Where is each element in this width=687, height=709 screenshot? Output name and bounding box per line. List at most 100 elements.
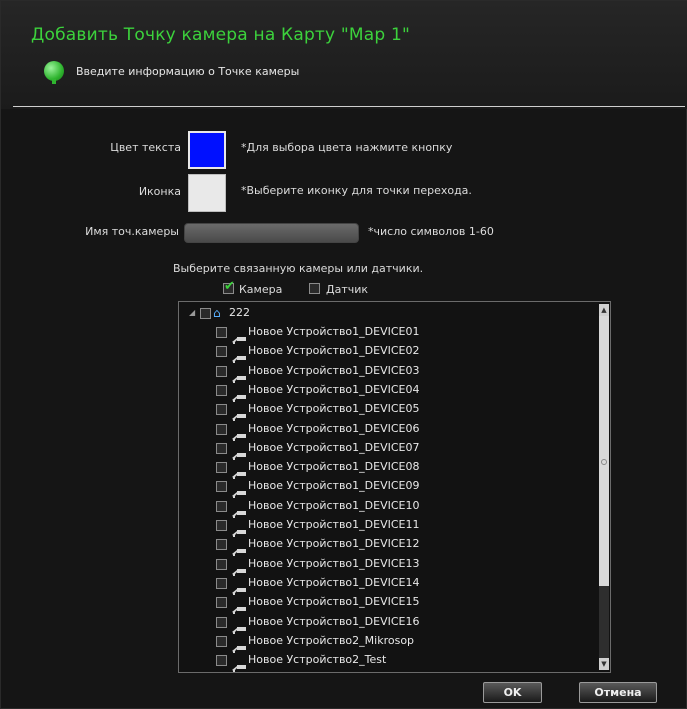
tree-item[interactable]: Новое Устройство1_DEVICE04 bbox=[179, 381, 589, 402]
tree-item-label: Новое Устройство1_DEVICE15 bbox=[248, 595, 420, 609]
tree-item-label: Новое Устройство1_DEVICE11 bbox=[248, 518, 420, 531]
tree-item[interactable]: Новое Устройство1_DEVICE11 bbox=[179, 516, 589, 537]
tree-item[interactable]: Новое Устройство2_Test bbox=[179, 651, 589, 672]
tree-item-label: Новое Устройство1_DEVICE13 bbox=[248, 556, 420, 570]
camera-icon bbox=[232, 445, 246, 460]
tree-item-checkbox[interactable] bbox=[216, 327, 227, 338]
tree-root[interactable]: ◢ ⌂ 222 bbox=[179, 304, 589, 323]
add-camera-point-dialog: Добавить Точку камера на Карту "Map 1" В… bbox=[0, 0, 687, 709]
tree-item[interactable]: Новое Устройство1_DEVICE13 bbox=[179, 555, 589, 576]
text-color-hint: *Для выбора цвета нажмите кнопку bbox=[241, 141, 453, 154]
camera-icon bbox=[232, 541, 246, 557]
tree-item-checkbox[interactable] bbox=[216, 384, 227, 396]
camera-filter-checkbox[interactable] bbox=[223, 279, 235, 294]
tree-item[interactable]: Новое Устройство1_DEVICE06 bbox=[179, 420, 589, 441]
camera-icon bbox=[232, 561, 246, 576]
camera-point-name-input[interactable] bbox=[184, 223, 359, 243]
tree-item-label: Новое Устройство1_DEVICE16 bbox=[248, 614, 420, 628]
camera-icon bbox=[232, 503, 246, 518]
home-icon: ⌂ bbox=[213, 306, 221, 320]
tree-item[interactable]: Новое Устройство1_DEVICE07 bbox=[179, 439, 589, 460]
cancel-button[interactable]: Отмена bbox=[579, 682, 657, 703]
tree-item-checkbox[interactable] bbox=[216, 346, 227, 358]
tree-item-label: Новое Устройство2_Mikrosop bbox=[248, 633, 415, 647]
camera-icon bbox=[232, 580, 246, 595]
icon-hint: *Выберите иконку для точки перехода. bbox=[241, 184, 472, 197]
tree-item[interactable]: Новое Устройство1_DEVICE16 bbox=[179, 613, 589, 634]
tree-item-label: Новое Устройство1_DEVICE10 bbox=[248, 498, 420, 512]
sensor-filter-label: Датчик bbox=[326, 283, 369, 296]
root-label: 222 bbox=[229, 306, 250, 319]
tree-item[interactable]: Новое Устройство1_DEVICE01 bbox=[179, 323, 589, 344]
info-bulb-icon bbox=[44, 61, 64, 84]
expand-arrow-icon[interactable]: ◢ bbox=[189, 308, 195, 317]
dialog-header: Добавить Точку камера на Карту "Map 1" В… bbox=[1, 1, 687, 109]
tree-item[interactable]: Новое Устройство1_DEVICE08 bbox=[179, 458, 589, 480]
root-checkbox[interactable] bbox=[200, 308, 211, 319]
sensor-filter-checkbox[interactable] bbox=[309, 283, 320, 294]
scroll-up-icon[interactable]: ▲ bbox=[599, 304, 609, 316]
camera-icon bbox=[232, 522, 246, 537]
name-hint: *число символов 1-60 bbox=[368, 225, 494, 238]
name-label: Имя точ.камеры bbox=[85, 225, 179, 238]
camera-icon bbox=[232, 406, 246, 422]
tree-item[interactable]: Новое Устройство1_DEVICE02 bbox=[179, 342, 589, 364]
tree-item[interactable]: Новое Устройство1_DEVICE12 bbox=[179, 535, 589, 557]
tree-item-checkbox[interactable] bbox=[216, 481, 227, 493]
tree-scrollbar[interactable]: ▲ ▼ bbox=[599, 304, 609, 670]
tree-item[interactable]: Новое Устройство1_DEVICE03 bbox=[179, 362, 589, 383]
tree-item-checkbox[interactable] bbox=[216, 520, 227, 531]
tree-item[interactable]: Новое Устройство1_DEVICE09 bbox=[179, 477, 589, 499]
tree-item-label: Новое Устройство1_DEVICE03 bbox=[248, 363, 420, 377]
tree-item-label: Новое Устройство1_DEVICE14 bbox=[248, 575, 420, 589]
scroll-down-icon[interactable]: ▼ bbox=[599, 658, 609, 670]
scroll-thumb[interactable] bbox=[599, 316, 609, 586]
camera-filter-label: Камера bbox=[239, 283, 283, 296]
tree-item-label: Новое Устройство1_DEVICE12 bbox=[248, 537, 420, 551]
device-tree[interactable]: ◢ ⌂ 222 Новое Устройство1_DEVICE01 Новое … bbox=[178, 301, 611, 673]
icon-label: Иконка bbox=[138, 185, 181, 198]
ok-button[interactable]: OK bbox=[483, 682, 542, 703]
tree-item-checkbox[interactable] bbox=[216, 616, 227, 628]
tree-item[interactable]: Новое Устройство2_Mikrosop bbox=[179, 632, 589, 653]
camera-icon bbox=[232, 483, 246, 499]
camera-icon bbox=[232, 638, 246, 653]
tree-item-checkbox[interactable] bbox=[216, 500, 227, 512]
camera-icon bbox=[232, 599, 246, 615]
info-text: Введите информацию о Точке камеры bbox=[76, 65, 300, 78]
dialog-title: Добавить Точку камера на Карту "Map 1" bbox=[31, 25, 411, 45]
tree-item-checkbox[interactable] bbox=[216, 423, 227, 435]
tree-item-checkbox[interactable] bbox=[216, 539, 227, 551]
text-color-button[interactable] bbox=[188, 131, 226, 169]
tree-item-checkbox[interactable] bbox=[216, 365, 227, 377]
tree-item[interactable]: Новое Устройство1_DEVICE14 bbox=[179, 574, 589, 595]
tree-item-checkbox[interactable] bbox=[216, 442, 227, 454]
camera-icon bbox=[232, 348, 246, 364]
tree-item-checkbox[interactable] bbox=[216, 597, 227, 609]
tree-item-checkbox[interactable] bbox=[216, 577, 227, 589]
icon-picker-button[interactable] bbox=[188, 174, 226, 212]
tree-item-label: Новое Устройство1_DEVICE07 bbox=[248, 440, 420, 454]
tree-item-label: Новое Устройство1_DEVICE04 bbox=[248, 382, 420, 396]
tree-item-label: Новое Устройство1_DEVICE01 bbox=[248, 325, 420, 338]
tree-item-label: Новое Устройство1_DEVICE05 bbox=[248, 402, 420, 416]
camera-icon bbox=[232, 329, 246, 344]
tree-item-label: Новое Устройство1_DEVICE06 bbox=[248, 421, 420, 435]
camera-icon bbox=[232, 387, 246, 402]
tree-item[interactable]: Новое Устройство1_DEVICE15 bbox=[179, 593, 589, 615]
tree-item-checkbox[interactable] bbox=[216, 655, 227, 667]
scroll-grip-icon bbox=[601, 459, 607, 465]
camera-icon bbox=[232, 464, 246, 480]
tree-item-checkbox[interactable] bbox=[216, 404, 227, 416]
tree-item-checkbox[interactable] bbox=[216, 635, 227, 647]
tree-item-checkbox[interactable] bbox=[216, 558, 227, 570]
camera-icon bbox=[232, 368, 246, 383]
tree-item-label: Новое Устройство1_DEVICE09 bbox=[248, 479, 420, 493]
tree-item-label: Новое Устройство1_DEVICE02 bbox=[248, 344, 420, 358]
select-prompt: Выберите связанную камеры или датчики. bbox=[173, 262, 424, 275]
tree-item-checkbox[interactable] bbox=[216, 462, 227, 474]
tree-item[interactable]: Новое Устройство1_DEVICE10 bbox=[179, 497, 589, 518]
tree-item[interactable]: Новое Устройство1_DEVICE05 bbox=[179, 400, 589, 422]
tree-item-label: Новое Устройство1_DEVICE08 bbox=[248, 460, 420, 474]
text-color-label: Цвет текста bbox=[110, 141, 181, 154]
